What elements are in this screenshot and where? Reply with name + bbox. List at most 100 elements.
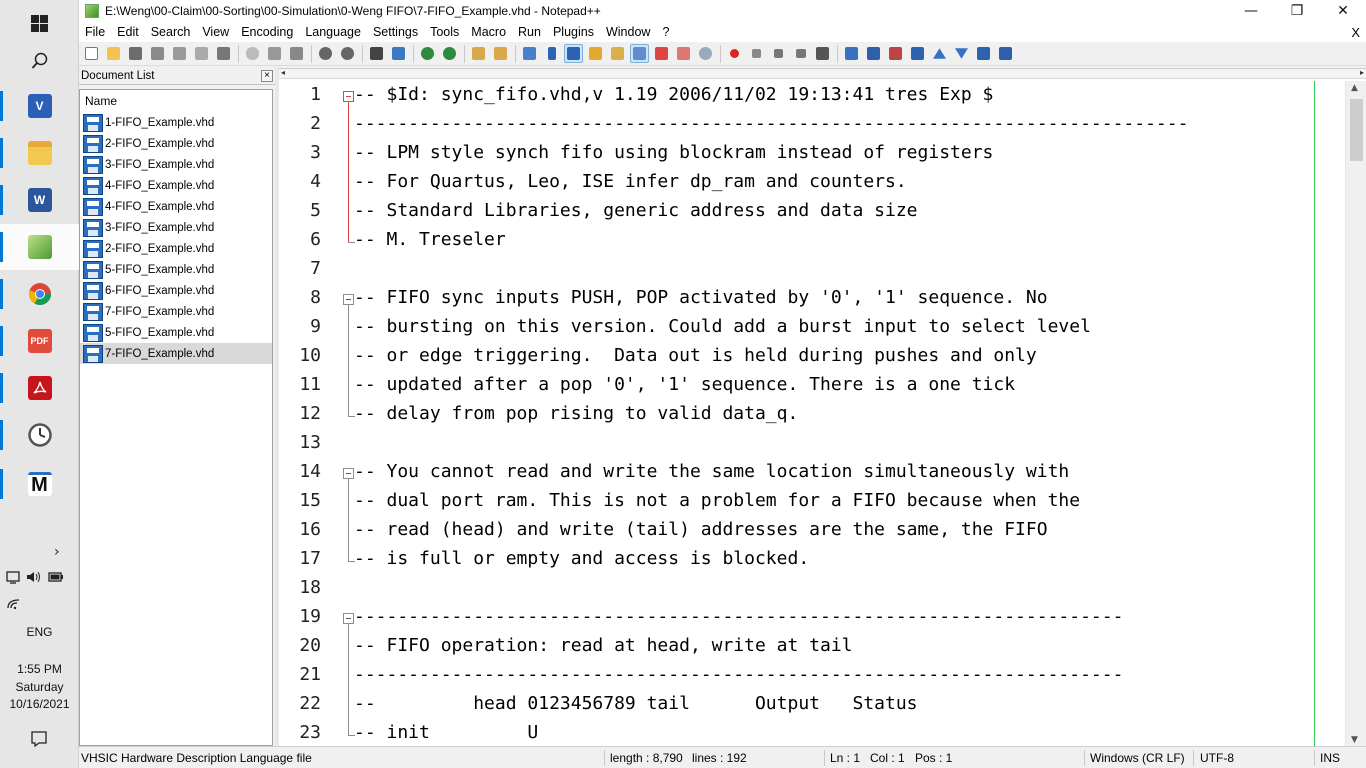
run-macro-multiple-icon[interactable] xyxy=(791,44,810,63)
show-all-chars-icon[interactable] xyxy=(542,44,561,63)
document-list-item[interactable]: 3-FIFO_Example.vhd xyxy=(80,217,272,238)
plugin-4-icon[interactable] xyxy=(908,44,927,63)
search-button[interactable] xyxy=(0,38,79,84)
status-eol[interactable]: Windows (CR LF) xyxy=(1090,751,1185,765)
document-list-item[interactable]: 3-FIFO_Example.vhd xyxy=(80,154,272,175)
show-hidden-icons-chevron-icon[interactable]: › xyxy=(54,544,60,560)
zoom-out-icon[interactable] xyxy=(440,44,459,63)
plugin-2-icon[interactable] xyxy=(864,44,883,63)
close-all-icon[interactable] xyxy=(192,44,211,63)
play-macro-icon[interactable] xyxy=(769,44,788,63)
document-list-item[interactable]: 4-FIFO_Example.vhd xyxy=(80,175,272,196)
document-list-item[interactable]: 7-FIFO_Example.vhd xyxy=(80,343,272,364)
doc-map-icon[interactable] xyxy=(608,44,627,63)
document-list-item[interactable]: 5-FIFO_Example.vhd xyxy=(80,322,272,343)
status-insert-mode[interactable]: INS xyxy=(1320,751,1340,765)
taskbar-m-app[interactable]: M xyxy=(0,461,79,507)
scroll-up-arrow-icon[interactable]: ▲ xyxy=(1351,83,1358,93)
move-up-icon[interactable] xyxy=(930,44,949,63)
open-file-icon[interactable] xyxy=(104,44,123,63)
plugin-3-icon[interactable] xyxy=(886,44,905,63)
save-icon[interactable] xyxy=(126,44,145,63)
battery-icon[interactable] xyxy=(48,571,64,583)
scrollbar-thumb[interactable] xyxy=(1350,99,1363,161)
taskbar-word[interactable]: W xyxy=(0,177,79,223)
close-file-icon[interactable] xyxy=(170,44,189,63)
fold-toggle-icon[interactable] xyxy=(343,294,354,305)
document-list-item[interactable]: 4-FIFO_Example.vhd xyxy=(80,196,272,217)
menu-view[interactable]: View xyxy=(196,25,235,39)
network-tray-icon[interactable] xyxy=(6,570,20,584)
notifications-icon[interactable] xyxy=(30,730,48,748)
udl-icon[interactable] xyxy=(586,44,605,63)
document-list-item[interactable]: 1-FIFO_Example.vhd xyxy=(80,112,272,133)
word-wrap-icon[interactable] xyxy=(520,44,539,63)
document-list-item[interactable]: 2-FIFO_Example.vhd xyxy=(80,238,272,259)
menu-plugins[interactable]: Plugins xyxy=(547,25,600,39)
taskbar-visual-studio[interactable]: V xyxy=(0,83,79,129)
vertical-scrollbar[interactable]: ▲ ▼ xyxy=(1345,81,1366,747)
fold-toggle-icon[interactable] xyxy=(343,91,354,102)
sync-horizontal-icon[interactable] xyxy=(491,44,510,63)
tab-scroll-left-icon[interactable]: ◂ xyxy=(281,68,285,77)
zoom-in-icon[interactable] xyxy=(418,44,437,63)
move-down-icon[interactable] xyxy=(952,44,971,63)
document-list-icon[interactable] xyxy=(630,44,649,63)
plugin-1-icon[interactable] xyxy=(842,44,861,63)
folder-workspace-icon[interactable] xyxy=(674,44,693,63)
menu-search[interactable]: Search xyxy=(145,25,197,39)
paste-icon[interactable] xyxy=(287,44,306,63)
record-macro-icon[interactable] xyxy=(725,44,744,63)
restore-button[interactable]: ❐ xyxy=(1274,0,1320,22)
menu-language[interactable]: Language xyxy=(299,25,367,39)
taskbar-file-explorer[interactable] xyxy=(0,130,79,176)
stop-macro-icon[interactable] xyxy=(747,44,766,63)
close-panel-button[interactable]: × xyxy=(261,70,273,82)
menu-window[interactable]: Window xyxy=(600,25,656,39)
document-list-item[interactable]: 5-FIFO_Example.vhd xyxy=(80,259,272,280)
editor-pane[interactable]: ◂ ▸ 1 2 3 4 5 6 7 8 9 10 11 12 13 14 15 16 17 18 19 20 21 22 2… xyxy=(279,68,1366,747)
cut-icon[interactable] xyxy=(243,44,262,63)
menu-macro[interactable]: Macro xyxy=(465,25,512,39)
close-document-button[interactable]: X xyxy=(1351,25,1360,40)
fold-toggle-icon[interactable] xyxy=(343,468,354,479)
print-icon[interactable] xyxy=(214,44,233,63)
close-button[interactable]: ✕ xyxy=(1320,0,1366,22)
find-icon[interactable] xyxy=(367,44,386,63)
wifi-icon[interactable] xyxy=(7,598,21,610)
scroll-down-arrow-icon[interactable]: ▼ xyxy=(1351,735,1358,745)
document-list-item[interactable]: 6-FIFO_Example.vhd xyxy=(80,280,272,301)
fold-toggle-icon[interactable] xyxy=(343,613,354,624)
volume-icon[interactable] xyxy=(26,570,42,584)
undo-icon[interactable] xyxy=(316,44,335,63)
plugin-5-icon[interactable] xyxy=(974,44,993,63)
save-all-icon[interactable] xyxy=(148,44,167,63)
menu-settings[interactable]: Settings xyxy=(367,25,424,39)
minimize-button[interactable]: — xyxy=(1228,0,1274,22)
menu-tools[interactable]: Tools xyxy=(424,25,465,39)
menu-help[interactable]: ? xyxy=(656,25,675,39)
menu-edit[interactable]: Edit xyxy=(111,25,145,39)
menu-encoding[interactable]: Encoding xyxy=(235,25,299,39)
taskbar-chrome[interactable] xyxy=(0,271,79,317)
new-file-icon[interactable] xyxy=(82,44,101,63)
menu-file[interactable]: File xyxy=(79,25,111,39)
taskbar-acrobat[interactable] xyxy=(0,365,79,411)
copy-icon[interactable] xyxy=(265,44,284,63)
menu-run[interactable]: Run xyxy=(512,25,547,39)
taskbar-notepad-plus-plus[interactable] xyxy=(0,224,79,270)
input-language[interactable]: ENG xyxy=(0,625,79,639)
document-list-item[interactable]: 2-FIFO_Example.vhd xyxy=(80,133,272,154)
redo-icon[interactable] xyxy=(338,44,357,63)
plugin-6-icon[interactable] xyxy=(996,44,1015,63)
tab-scroll-right-icon[interactable]: ▸ xyxy=(1360,68,1364,77)
replace-icon[interactable] xyxy=(389,44,408,63)
taskbar-pdf-tool[interactable]: PDF xyxy=(0,318,79,364)
taskbar-clock-app[interactable] xyxy=(0,412,79,458)
status-encoding[interactable]: UTF-8 xyxy=(1200,751,1234,765)
clock-time[interactable]: 1:55 PM xyxy=(0,662,79,676)
function-list-icon[interactable] xyxy=(652,44,671,63)
name-column-header[interactable]: Name xyxy=(80,90,272,112)
indent-guide-icon[interactable] xyxy=(564,44,583,63)
save-macro-icon[interactable] xyxy=(813,44,832,63)
